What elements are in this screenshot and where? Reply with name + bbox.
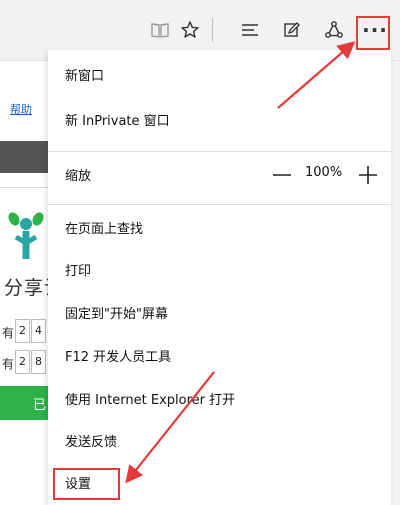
zoom-out-icon[interactable]	[270, 163, 294, 187]
page-green-button-label: 已	[32, 398, 46, 413]
code-digit: 2	[15, 350, 30, 374]
menu-item-send-feedback[interactable]: 发送反馈	[48, 421, 391, 461]
menu-item-label: 在页面上查找	[65, 222, 144, 237]
menu-item-label: 缩放	[65, 169, 92, 184]
zoom-in-icon[interactable]	[356, 163, 380, 187]
hub-icon[interactable]	[234, 14, 266, 46]
code-digit: 8	[31, 350, 46, 374]
zoom-value: 100%	[305, 165, 343, 180]
settings-highlight	[53, 468, 120, 500]
help-link[interactable]: 帮助	[10, 101, 32, 117]
menu-separator	[48, 204, 391, 205]
code-digit: 4	[31, 319, 46, 343]
menu-item-print[interactable]: 打印	[48, 250, 391, 290]
menu-item-new-window[interactable]: 新窗口	[48, 55, 391, 95]
page-divider	[0, 187, 48, 188]
menu-item-label: 固定到"开始"屏幕	[65, 307, 168, 322]
menu-item-pin-to-start[interactable]: 固定到"开始"屏幕	[48, 293, 391, 333]
menu-separator	[48, 151, 391, 152]
menu-item-label: 使用 Internet Explorer 打开	[65, 393, 236, 408]
background-page: 帮助 分享让 有 2 4 有 2 8 已	[0, 61, 48, 505]
favorite-star-icon[interactable]	[174, 14, 206, 46]
menu-item-new-inprivate[interactable]: 新 InPrivate 窗口	[48, 100, 391, 140]
menu-item-open-with-ie[interactable]: 使用 Internet Explorer 打开	[48, 379, 391, 419]
menu-item-label: 新 InPrivate 窗口	[65, 114, 170, 129]
menu-item-label: 打印	[65, 264, 92, 279]
more-button-highlight	[356, 16, 390, 50]
page-green-button[interactable]: 已	[0, 386, 48, 420]
menu-item-f12-tools[interactable]: F12 开发人员工具	[48, 336, 391, 376]
menu-item-label: F12 开发人员工具	[65, 350, 172, 365]
site-logo-icon	[8, 212, 44, 259]
code-row-label: 有	[2, 357, 15, 371]
reading-view-icon[interactable]	[144, 14, 176, 46]
code-digit: 2	[15, 319, 30, 343]
menu-item-zoom: 缩放 100%	[48, 155, 391, 195]
code-row-label: 有	[2, 326, 15, 340]
menu-item-label: 发送反馈	[65, 435, 118, 450]
menu-item-label: 新窗口	[65, 69, 105, 84]
page-nav-bar	[0, 141, 48, 173]
share-icon[interactable]	[318, 14, 350, 46]
menu-item-find-on-page[interactable]: 在页面上查找	[48, 208, 391, 248]
toolbar-separator	[212, 18, 213, 42]
more-actions-menu: 新窗口 新 InPrivate 窗口 缩放 100% 在页面上查找 打印 固定到…	[48, 50, 391, 505]
site-slogan: 分享让	[4, 277, 48, 299]
web-note-icon[interactable]	[276, 14, 308, 46]
